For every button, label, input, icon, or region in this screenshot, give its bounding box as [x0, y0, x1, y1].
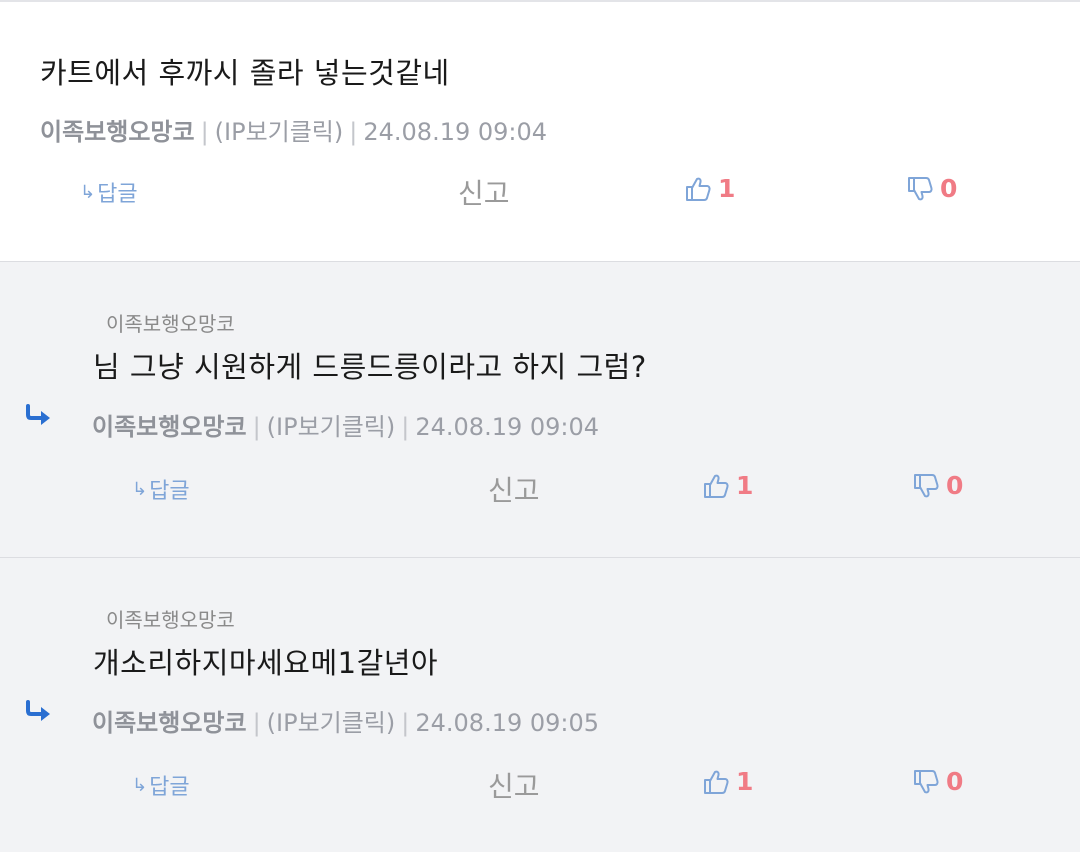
thumbs-down-icon	[906, 175, 934, 203]
comment-author[interactable]: 이족보행오망코	[40, 118, 195, 146]
reply-button[interactable]: ↳ 답글	[132, 473, 190, 505]
reply-button[interactable]: ↳ 답글	[132, 769, 190, 801]
reply-arrow-icon	[24, 404, 54, 428]
like-count: 1	[736, 471, 754, 500]
thumbs-up-icon	[702, 472, 730, 500]
meta-separator: |	[401, 709, 410, 737]
like-button[interactable]: 1	[702, 471, 753, 500]
like-count: 1	[736, 767, 754, 796]
report-button[interactable]: 신고	[458, 172, 510, 212]
dislike-button[interactable]: 0	[906, 174, 957, 203]
comment-item: 카트에서 후까시 졸라 넣는것같네 이족보행오망코 | (IP보기클릭) | 24.08…	[0, 2, 1080, 260]
comment-date: 24.08.19 09:05	[415, 709, 600, 737]
thumbs-down-icon	[912, 768, 940, 796]
reply-comment-item: 이족보행오망코 님 그냥 시원하게 드릉드릉이라고 하지 그럼? 이족보행오망코…	[0, 261, 1080, 557]
meta-separator: |	[252, 413, 261, 441]
meta-separator: |	[200, 118, 209, 146]
dislike-count: 0	[946, 767, 964, 796]
ip-view-link[interactable]: (IP보기클릭)	[215, 118, 344, 146]
meta-separator: |	[401, 413, 410, 441]
reply-button-label: 답글	[149, 775, 190, 800]
reply-arrow-icon	[24, 700, 54, 724]
comment-meta: 이족보행오망코 | (IP보기클릭) | 24.08.19 09:05	[92, 703, 599, 738]
ip-view-link[interactable]: (IP보기클릭)	[267, 413, 396, 441]
reply-comment-item: 이족보행오망코 개소리하지마세요메1갈년아 이족보행오망코 | (IP보기클릭) | 2…	[0, 557, 1080, 852]
quoted-author: 이족보행오망코	[106, 312, 235, 336]
report-button[interactable]: 신고	[488, 765, 540, 805]
reply-small-arrow-icon: ↳	[132, 478, 148, 500]
meta-separator: |	[349, 118, 358, 146]
comment-date: 24.08.19 09:04	[363, 118, 548, 146]
comment-text: 님 그냥 시원하게 드릉드릉이라고 하지 그럼?	[93, 350, 647, 384]
like-button[interactable]: 1	[684, 174, 735, 203]
comment-meta: 이족보행오망코 | (IP보기클릭) | 24.08.19 09:04	[92, 407, 599, 442]
comment-author[interactable]: 이족보행오망코	[92, 709, 247, 737]
thumbs-up-icon	[702, 768, 730, 796]
comment-author[interactable]: 이족보행오망코	[92, 413, 247, 441]
reply-small-arrow-icon: ↳	[132, 774, 148, 796]
dislike-count: 0	[946, 471, 964, 500]
meta-separator: |	[252, 709, 261, 737]
dislike-button[interactable]: 0	[912, 767, 963, 796]
thumbs-down-icon	[912, 472, 940, 500]
ip-view-link[interactable]: (IP보기클릭)	[267, 709, 396, 737]
reply-button-label: 답글	[97, 182, 138, 207]
like-count: 1	[718, 174, 736, 203]
dislike-button[interactable]: 0	[912, 471, 963, 500]
like-button[interactable]: 1	[702, 767, 753, 796]
reply-button[interactable]: ↳ 답글	[80, 176, 138, 208]
reply-button-label: 답글	[149, 479, 190, 504]
comment-text: 개소리하지마세요메1갈년아	[93, 646, 439, 680]
report-button[interactable]: 신고	[488, 469, 540, 509]
thumbs-up-icon	[684, 175, 712, 203]
dislike-count: 0	[940, 174, 958, 203]
reply-small-arrow-icon: ↳	[80, 181, 96, 203]
quoted-author: 이족보행오망코	[106, 608, 235, 632]
comment-meta: 이족보행오망코 | (IP보기클릭) | 24.08.19 09:04	[40, 112, 547, 147]
comment-date: 24.08.19 09:04	[415, 413, 600, 441]
comment-text: 카트에서 후까시 졸라 넣는것같네	[40, 56, 450, 90]
